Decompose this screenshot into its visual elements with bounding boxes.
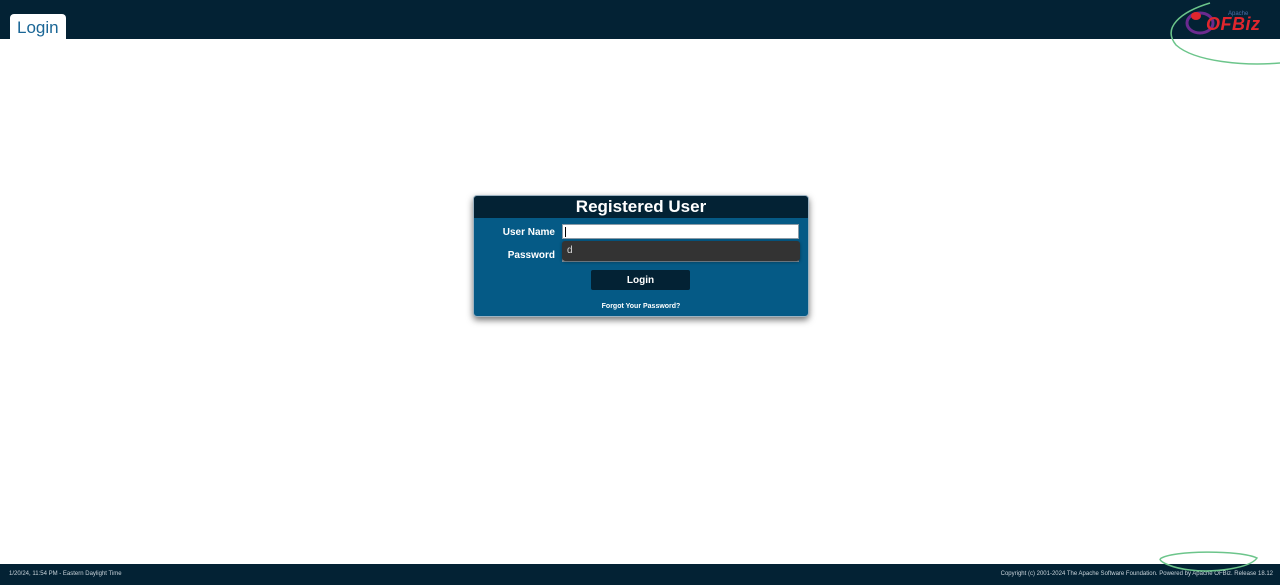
app-footer: 1/20/24, 11:54 PM - Eastern Daylight Tim… <box>0 564 1280 585</box>
logo-text: OFBiz <box>1206 14 1261 34</box>
footer-copyright: Copyright (c) 2001-2024 The Apache Softw… <box>1000 571 1273 577</box>
app-header: Login <box>0 0 1280 39</box>
username-label: User Name <box>502 227 555 238</box>
forgot-password-link[interactable]: Forgot Your Password? <box>474 303 808 310</box>
tab-login[interactable]: Login <box>10 14 66 39</box>
text-caret <box>565 227 566 237</box>
password-label: Password <box>507 250 555 261</box>
footer-datetime: 1/20/24, 11:54 PM - Eastern Daylight Tim… <box>9 571 122 577</box>
login-panel: Registered User User Name Password d Log… <box>473 195 809 317</box>
login-button[interactable]: Login <box>591 270 690 290</box>
username-input[interactable] <box>562 224 799 239</box>
panel-title: Registered User <box>474 196 808 218</box>
autocomplete-suggestion[interactable]: d <box>562 241 800 261</box>
